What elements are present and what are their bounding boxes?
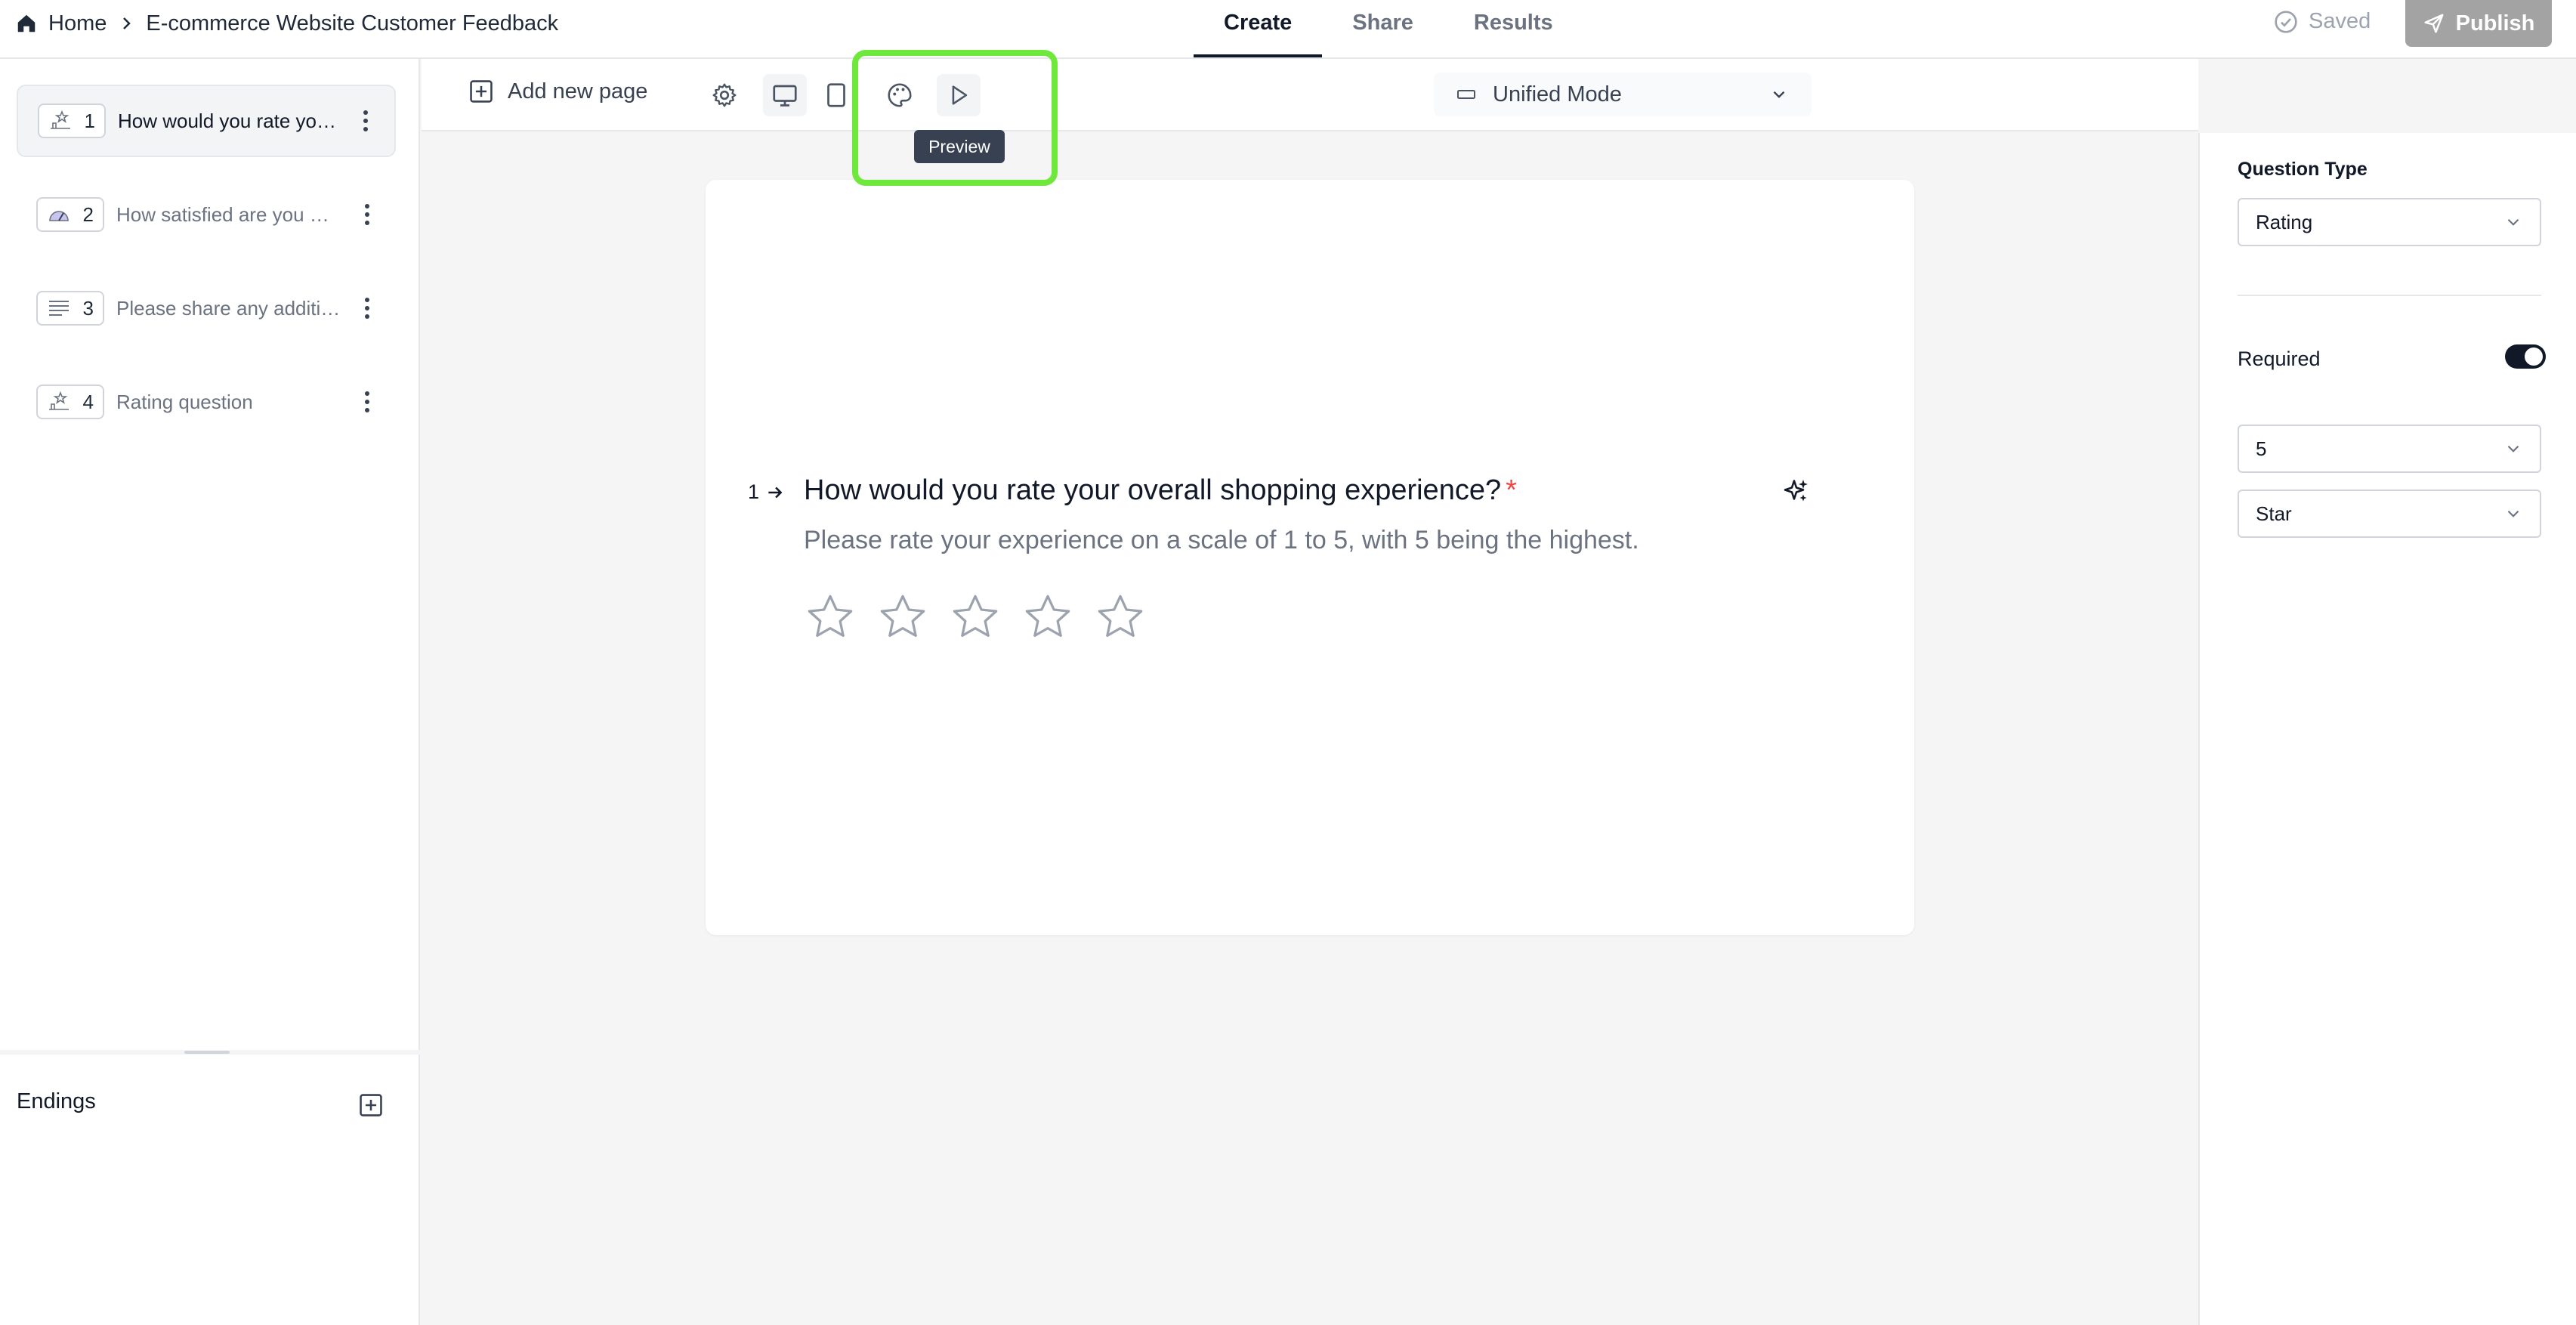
play-icon <box>952 85 968 105</box>
shape-value: Star <box>2256 502 2292 525</box>
shape-select[interactable]: Star <box>2238 490 2541 538</box>
question-badge: 4 <box>36 385 104 419</box>
saved-status: Saved <box>2274 9 2371 34</box>
check-circle-icon <box>2275 10 2297 33</box>
chevron-down-icon <box>2507 218 2519 226</box>
star-icon[interactable] <box>949 591 1002 644</box>
tablet-icon <box>827 83 845 107</box>
star-icon[interactable] <box>876 591 929 644</box>
tab-share[interactable]: Share <box>1322 0 1444 57</box>
question-list-item-1[interactable]: 1 How would you rate your overall shoppi… <box>17 85 396 157</box>
question-badge: 2 <box>36 197 104 232</box>
question-label: Rating question <box>116 390 253 413</box>
question-number: 2 <box>82 202 94 226</box>
rating-icon <box>49 391 69 410</box>
palette-icon <box>888 83 912 107</box>
required-label: Required <box>2238 347 2321 370</box>
top-bar: Home E-commerce Website Customer Feedbac… <box>0 0 2576 59</box>
question-type-select[interactable]: Rating <box>2238 198 2541 246</box>
add-ending-icon[interactable] <box>358 1092 384 1118</box>
more-options-icon[interactable] <box>358 110 373 131</box>
question-type-label: Question Type <box>2238 159 2368 180</box>
publish-button[interactable]: Publish <box>2405 0 2552 47</box>
plus-square-icon <box>470 80 493 103</box>
scale-value: 5 <box>2256 437 2267 460</box>
question-card[interactable] <box>706 180 1914 935</box>
more-options-icon[interactable] <box>360 391 375 412</box>
settings-panel: Question Type Rating Required 5 Star <box>2198 133 2576 1325</box>
question-number-indicator: 1 <box>748 480 786 504</box>
question-sidebar: 1 How would you rate your overall shoppi… <box>0 59 420 1325</box>
breadcrumb-home[interactable]: Home <box>15 11 107 36</box>
question-number: 1 <box>84 109 95 132</box>
question-list-item-4[interactable]: 4 Rating question <box>17 366 396 438</box>
publish-label: Publish <box>2455 11 2535 36</box>
saved-label: Saved <box>2309 9 2371 33</box>
desktop-view-button[interactable] <box>763 74 807 116</box>
question-number: 3 <box>82 296 94 320</box>
ai-assist-button[interactable] <box>1778 473 1815 509</box>
star-icon[interactable] <box>1094 591 1147 644</box>
layout-mode-icon <box>1457 90 1475 99</box>
question-title-text: How would you rate your overall shopping… <box>804 474 1502 506</box>
chevron-right-icon <box>123 17 131 29</box>
home-icon <box>17 14 36 32</box>
add-new-page-button[interactable]: Add new page <box>468 79 647 104</box>
main-tabs: Create Share Results <box>1194 0 1583 57</box>
resize-handle[interactable] <box>184 1051 230 1054</box>
survey-title[interactable]: E-commerce Website Customer Feedback <box>146 11 558 36</box>
gear-icon <box>712 83 737 107</box>
monitor-icon <box>773 85 797 107</box>
tablet-view-button[interactable] <box>814 74 858 116</box>
mode-dropdown[interactable]: Unified Mode <box>1434 73 1812 116</box>
preview-tooltip: Preview <box>914 130 1005 163</box>
question-number: 4 <box>82 390 94 413</box>
arrow-right-icon <box>768 486 783 498</box>
endings-heading: Endings <box>17 1089 96 1113</box>
star-rating <box>804 591 1147 644</box>
question-title[interactable]: How would you rate your overall shopping… <box>804 474 1517 507</box>
question-label: How would you rate your overall shopping… <box>118 109 344 132</box>
star-icon[interactable] <box>804 591 857 644</box>
question-type-value: Rating <box>2256 210 2313 233</box>
send-icon <box>2424 14 2444 33</box>
panel-divider <box>2238 295 2541 296</box>
preview-button[interactable] <box>937 74 981 116</box>
required-toggle[interactable] <box>2505 344 2546 369</box>
chevron-down-icon <box>2507 445 2519 452</box>
chevron-down-icon <box>1773 91 1785 98</box>
editor-toolbar: Add new page Unified Mode <box>422 59 2198 131</box>
mode-label: Unified Mode <box>1493 82 1622 107</box>
settings-button[interactable] <box>703 74 746 116</box>
rating-icon <box>51 110 70 129</box>
tab-create[interactable]: Create <box>1194 0 1323 57</box>
question-badge: 1 <box>38 103 106 138</box>
more-options-icon[interactable] <box>360 204 375 225</box>
question-list-item-2[interactable]: 2 How satisfied are you with the website… <box>17 178 396 251</box>
add-new-page-label: Add new page <box>508 79 648 103</box>
question-label: Please share any additional feedback <box>116 296 343 320</box>
scale-select[interactable]: 5 <box>2238 425 2541 473</box>
chevron-down-icon <box>2507 510 2519 517</box>
theme-button[interactable] <box>878 74 922 116</box>
tab-results[interactable]: Results <box>1444 0 1583 57</box>
text-lines-icon <box>49 301 69 316</box>
question-number-text: 1 <box>748 480 760 503</box>
more-options-icon[interactable] <box>360 298 375 319</box>
sparkles-icon <box>1784 480 1808 502</box>
question-badge: 3 <box>36 291 104 326</box>
question-label: How satisfied are you with the website? <box>116 202 343 226</box>
question-description[interactable]: Please rate your experience on a scale o… <box>804 526 1639 555</box>
star-icon[interactable] <box>1021 591 1074 644</box>
breadcrumb-home-label: Home <box>48 11 107 36</box>
required-asterisk: * <box>1506 474 1517 506</box>
breadcrumb: Home E-commerce Website Customer Feedbac… <box>15 0 558 47</box>
question-list-item-3[interactable]: 3 Please share any additional feedback <box>17 272 396 344</box>
gauge-icon <box>49 211 69 221</box>
